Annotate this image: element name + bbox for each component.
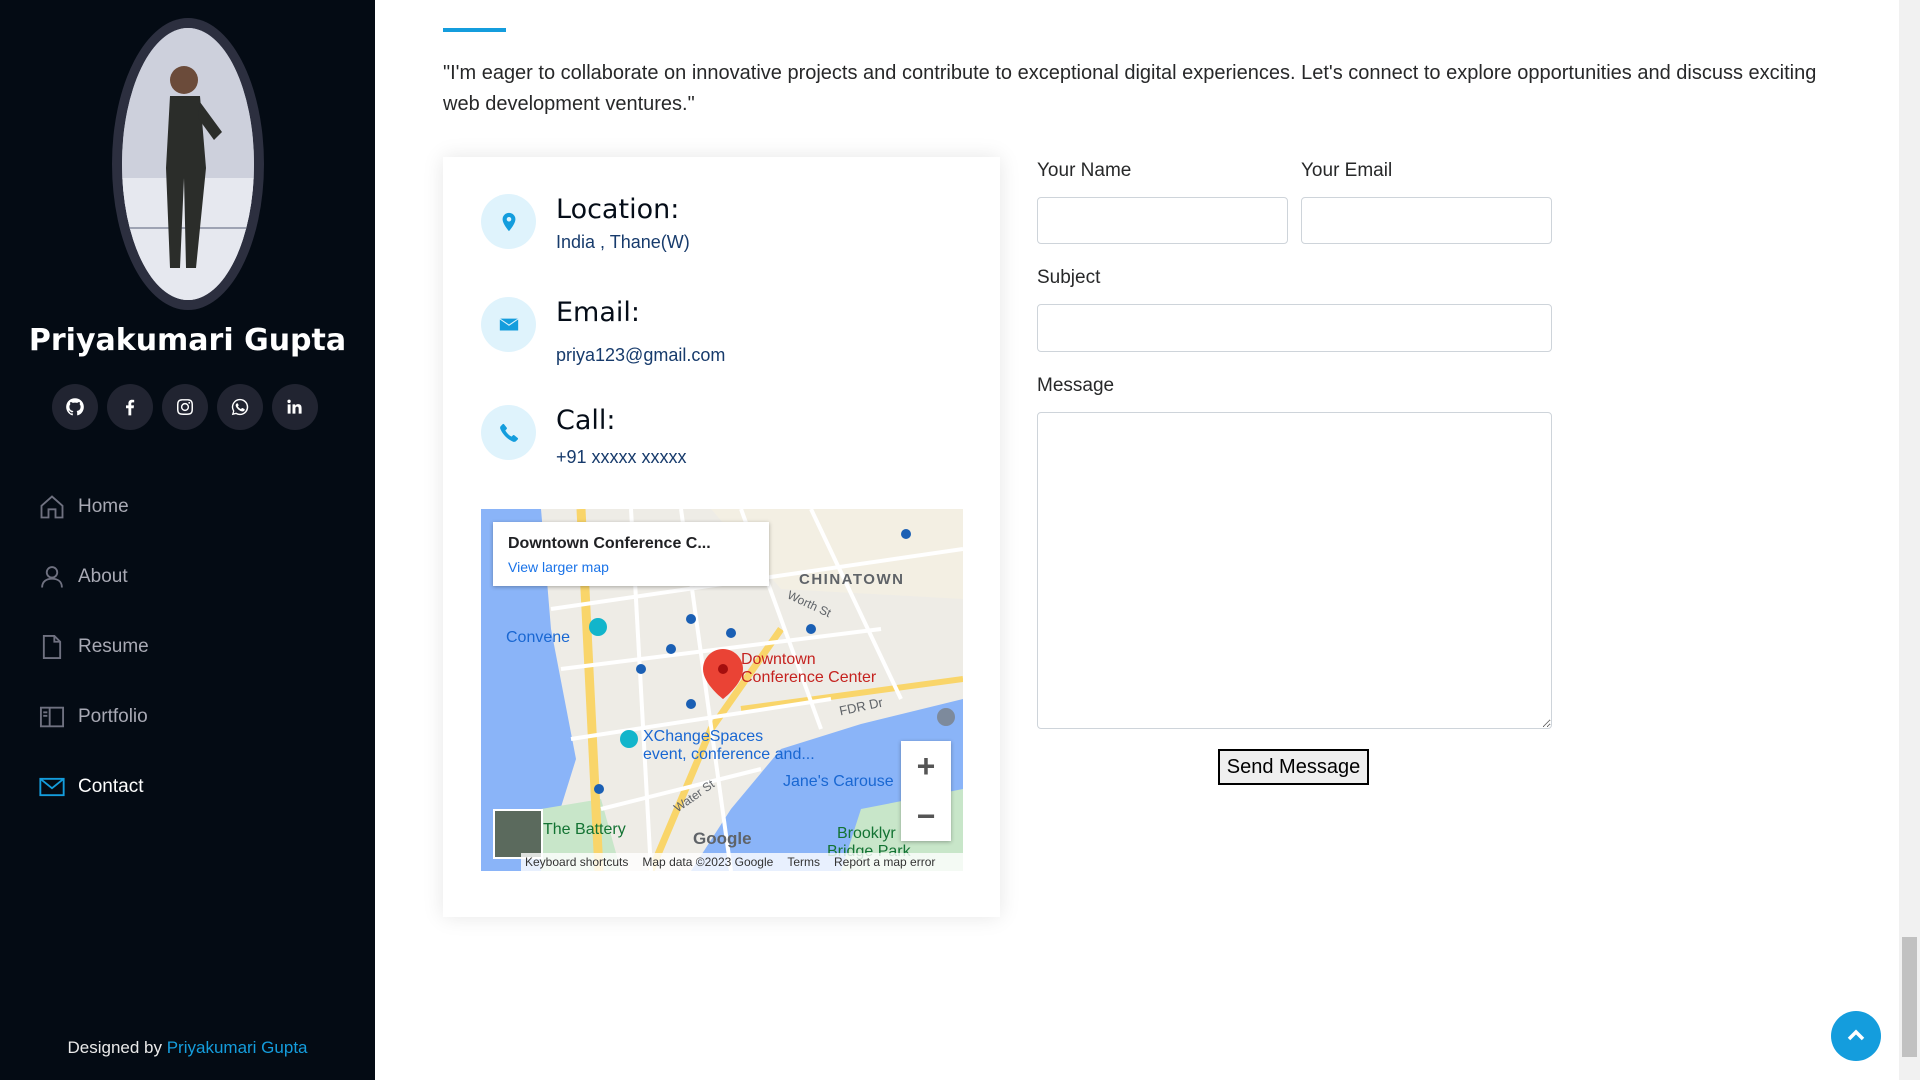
email-input[interactable] [1301, 197, 1552, 244]
contact-info-card: Location: India , Thane(W) Email: priya1… [443, 157, 1000, 917]
nav-item-label: Contact [78, 776, 144, 797]
phone-icon [481, 405, 536, 460]
scrollbar-thumb[interactable] [1902, 937, 1917, 1057]
location-value: India , Thane(W) [556, 232, 690, 252]
person-icon [41, 566, 63, 588]
nav-item-contact[interactable]: Contact [38, 752, 338, 822]
social-links [52, 384, 318, 430]
embedded-map[interactable]: Downtown Conference C... View larger map… [481, 509, 963, 871]
map-zoom-controls: + − [901, 741, 951, 841]
send-message-button[interactable]: Send Message [1218, 749, 1369, 785]
map-label-convene: Convene [506, 629, 571, 646]
map-label-downtown: Downtown [741, 651, 816, 668]
zoom-in-button[interactable]: + [901, 741, 951, 791]
zoom-out-button[interactable]: − [901, 791, 951, 841]
message-label: Message [1037, 375, 1115, 396]
nav-item-label: Home [78, 496, 129, 517]
profile-photo [122, 28, 254, 300]
subject-input[interactable] [1037, 304, 1552, 352]
nav-item-resume[interactable]: Resume [38, 612, 338, 682]
facebook-link[interactable] [107, 384, 153, 430]
avatar [122, 28, 254, 300]
page-scrollbar[interactable] [1899, 0, 1920, 1080]
contact-intro: "I'm eager to collaborate on innovative … [443, 62, 1817, 115]
profile-name: Priyakumari Gupta [28, 323, 347, 358]
section-title-underline [443, 28, 506, 32]
map-data-attribution: Map data ©2023 Google [642, 855, 774, 869]
map-footer: Keyboard shortcuts Map data ©2023 Google… [521, 853, 963, 871]
report-map-error-link[interactable]: Report a map error [834, 855, 935, 869]
chevron-up-icon [1847, 1029, 1865, 1041]
whatsapp-icon [231, 398, 249, 416]
credits-prefix: Designed by [67, 1038, 167, 1057]
name-label: Your Name [1037, 160, 1132, 181]
google-logo: Google [693, 829, 752, 848]
linkedin-link[interactable] [272, 384, 318, 430]
location-title: Location: [556, 194, 680, 225]
email-title: Email: [556, 297, 641, 328]
instagram-icon [177, 399, 193, 415]
credits: Designed by Priyakumari Gupta [0, 1038, 375, 1058]
envelope-icon [481, 297, 536, 352]
nav-item-home[interactable]: Home [38, 472, 338, 542]
keyboard-shortcuts-link[interactable]: Keyboard shortcuts [525, 855, 628, 869]
file-icon [42, 634, 62, 660]
message-textarea[interactable] [1037, 412, 1552, 729]
name-input[interactable] [1037, 197, 1288, 244]
map-label-chinatown: CHINATOWN [799, 571, 905, 588]
credits-author-link[interactable]: Priyakumari Gupta [167, 1038, 308, 1057]
map-label-xchange-2: event, conference and... [643, 746, 815, 763]
email-label: Your Email [1301, 160, 1393, 181]
home-icon [40, 495, 64, 519]
map-label-brooklyn: Brooklyr [837, 825, 896, 842]
github-icon [66, 398, 84, 416]
linkedin-icon [287, 399, 302, 414]
github-link[interactable] [52, 384, 98, 430]
call-value: +91 xxxxx xxxxx [556, 447, 687, 467]
facebook-icon [126, 399, 135, 416]
call-title: Call: [556, 405, 616, 436]
whatsapp-link[interactable] [217, 384, 263, 430]
map-label-janes-carousel: Jane's Carouse [783, 773, 894, 790]
nav-item-label: About [78, 566, 128, 587]
envelope-icon [39, 777, 65, 797]
main-nav: Home About Resume Portfolio Contact [38, 472, 338, 822]
location-pin-icon [481, 194, 536, 249]
satellite-toggle[interactable] [493, 809, 543, 859]
view-larger-map-link[interactable]: View larger map [508, 559, 609, 575]
map-place-card: Downtown Conference C... View larger map [493, 522, 769, 586]
book-icon [39, 706, 65, 728]
subject-label: Subject [1037, 267, 1101, 288]
nav-item-label: Portfolio [78, 706, 148, 727]
back-to-top-button[interactable] [1831, 1011, 1881, 1061]
terms-link[interactable]: Terms [787, 855, 820, 869]
map-place-title: Downtown Conference C... [508, 535, 711, 552]
instagram-link[interactable] [162, 384, 208, 430]
sidebar: Priyakumari Gupta Home About Resume Port… [0, 0, 375, 1080]
nav-item-about[interactable]: About [38, 542, 338, 612]
map-label-the-battery: The Battery [543, 821, 626, 838]
map-label-xchange-1: XChangeSpaces [643, 728, 764, 745]
avatar-frame [112, 18, 264, 310]
nav-item-label: Resume [78, 636, 149, 657]
email-value: priya123@gmail.com [556, 345, 726, 365]
nav-item-portfolio[interactable]: Portfolio [38, 682, 338, 752]
map-label-conference-center: Conference Center [741, 669, 877, 686]
